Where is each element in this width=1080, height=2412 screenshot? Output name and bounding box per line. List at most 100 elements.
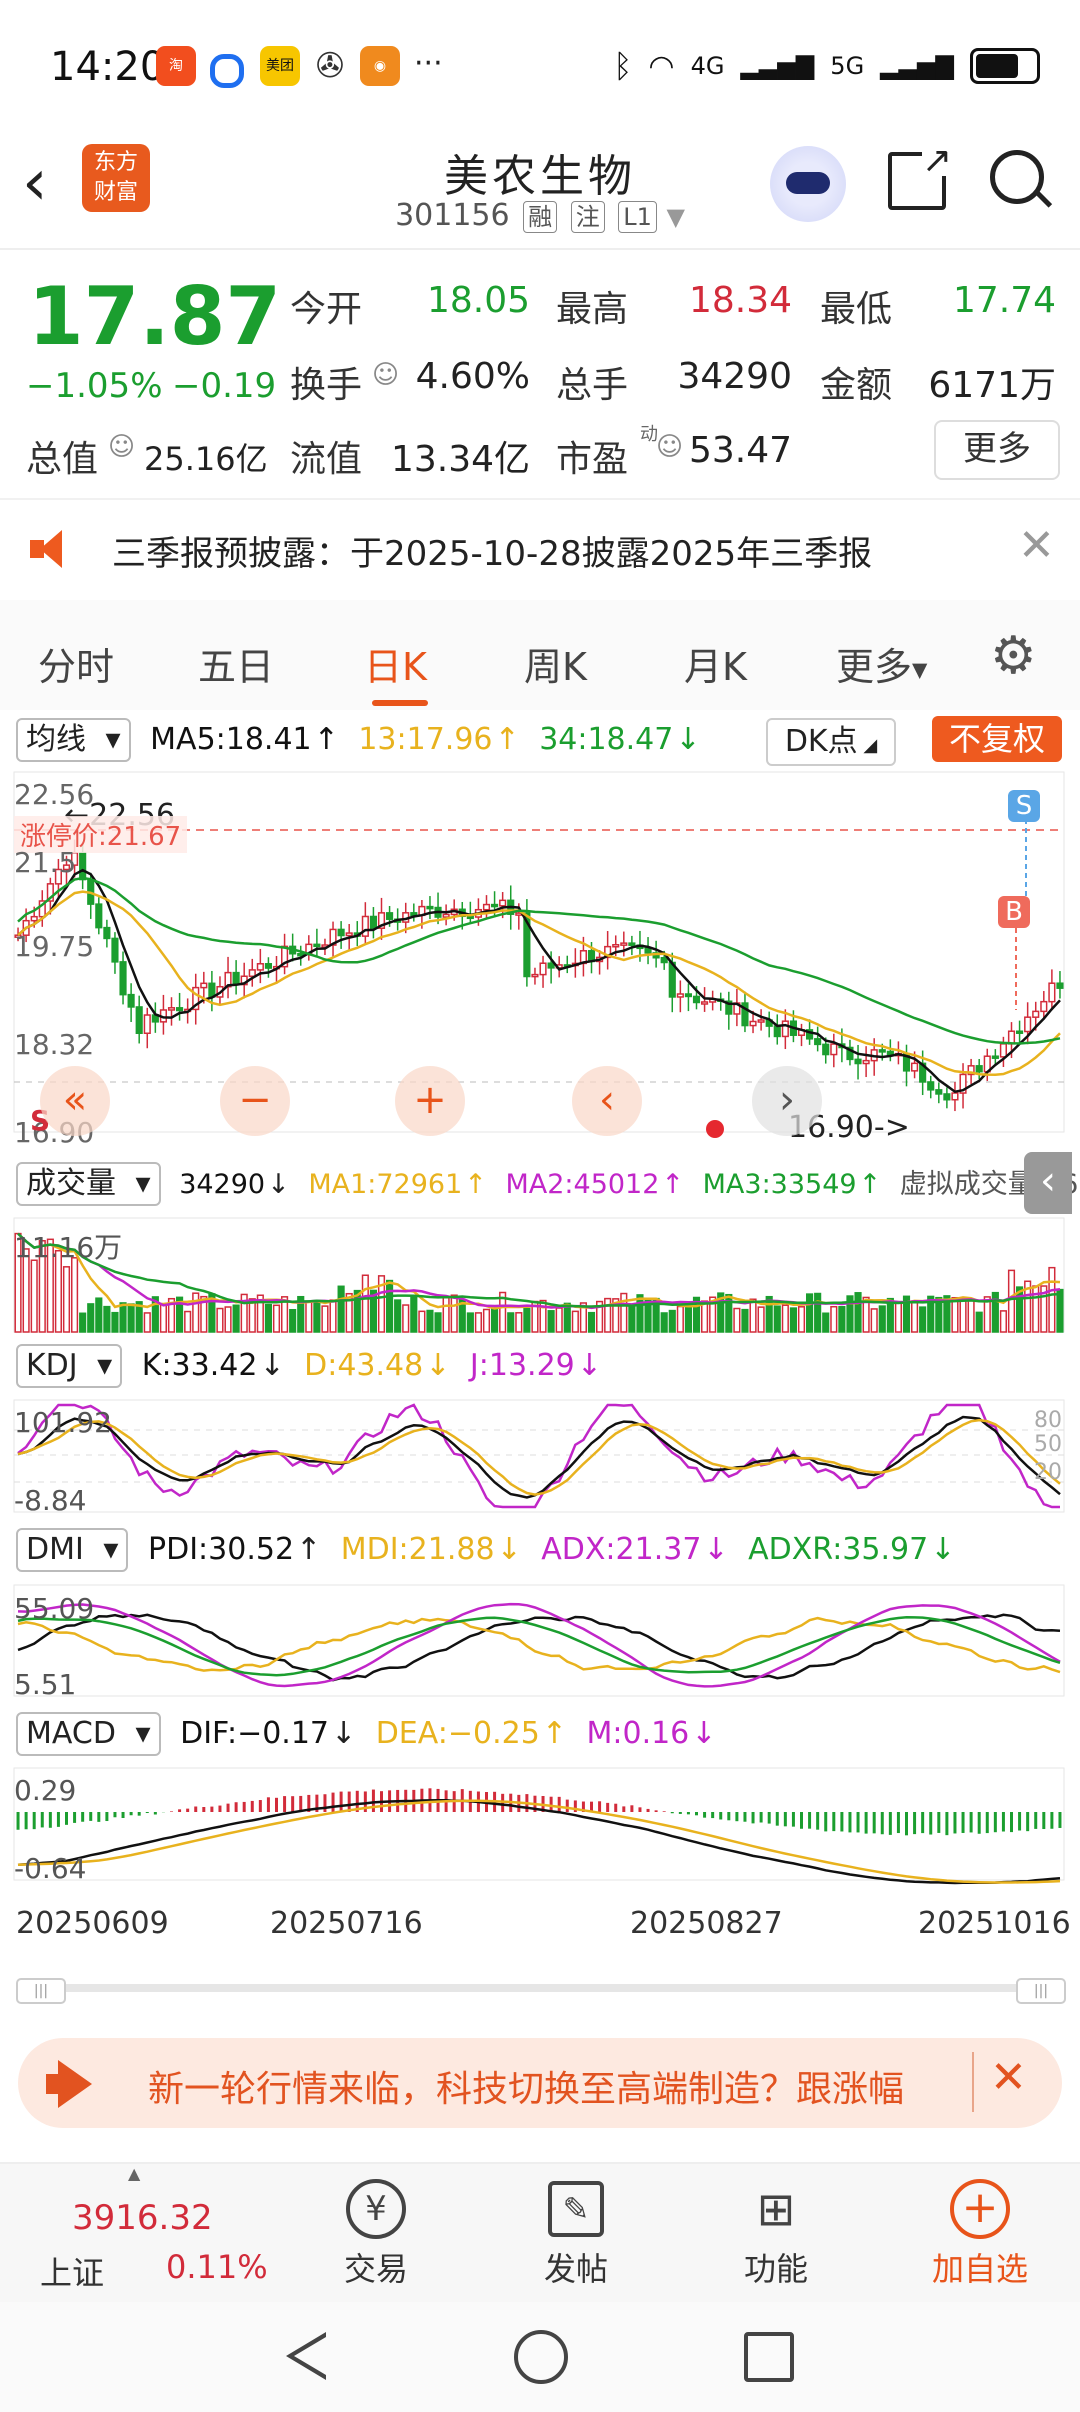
- scroll-right-button[interactable]: ›: [752, 1066, 822, 1136]
- nav-function[interactable]: ⊞ 功能: [696, 2174, 856, 2290]
- zoom-out-button[interactable]: −: [220, 1066, 290, 1136]
- nav-function-label: 功能: [743, 2250, 808, 2288]
- nav-add-watchlist[interactable]: + 加自选: [900, 2174, 1060, 2290]
- candle-body: [975, 1065, 983, 1073]
- y-lower-label: 18.32: [14, 1028, 95, 1061]
- gear-icon[interactable]: ⚙: [990, 626, 1037, 686]
- dk-point-button[interactable]: DK点 ◢: [766, 718, 896, 766]
- volume-bar: [264, 1303, 273, 1333]
- zoom-in-button[interactable]: +: [395, 1066, 465, 1136]
- float-value: 13.34亿: [390, 439, 530, 480]
- signal-icon: ▂▃▅▇: [740, 52, 815, 80]
- close-icon[interactable]: ✕: [990, 2052, 1027, 2103]
- volume-bar: [1007, 1269, 1016, 1333]
- volume-bar: [660, 1312, 668, 1333]
- dmi-selector[interactable]: DMI ▾: [16, 1528, 129, 1572]
- volume-bar: [466, 1312, 474, 1333]
- nav-post[interactable]: ✎ 发帖: [496, 2174, 656, 2290]
- info-icon-2[interactable]: ☺: [108, 432, 135, 462]
- recents-nav-icon[interactable]: [744, 2332, 794, 2382]
- tab-five-day[interactable]: 五日: [198, 636, 274, 691]
- candle-body: [935, 1089, 943, 1095]
- tab-monthly-k[interactable]: 月K: [684, 636, 747, 691]
- index-value[interactable]: 3916.32: [72, 2198, 213, 2238]
- charts-svg[interactable]: [0, 760, 1080, 2050]
- volume-bar: [103, 1305, 111, 1333]
- volume-bar: [272, 1304, 281, 1333]
- index-pct[interactable]: 0.11%: [166, 2248, 268, 2286]
- dmi-chart: [13, 1584, 1065, 1697]
- candle-body: [200, 982, 208, 989]
- ma-selector[interactable]: 均线 ▾: [16, 718, 131, 762]
- volume-bar: [474, 1312, 483, 1333]
- grid-icon: ⊞: [756, 2182, 796, 2236]
- scroll-left-button[interactable]: ‹: [572, 1066, 642, 1136]
- volume-bar: [289, 1308, 297, 1333]
- volume-selector[interactable]: 成交量 ▾: [16, 1162, 161, 1206]
- low-label: 最低: [820, 289, 893, 330]
- volume-bar: [894, 1300, 902, 1333]
- search-icon[interactable]: [990, 150, 1053, 208]
- candle-body: [264, 963, 273, 969]
- meituan-icon: 美团: [260, 46, 300, 86]
- tag-level: L1: [618, 201, 657, 233]
- candle-body: [466, 915, 474, 920]
- volume-bar: [563, 1302, 571, 1333]
- tab-more[interactable]: 更多▼: [836, 636, 927, 691]
- kdj-selector[interactable]: KDJ ▾: [16, 1344, 123, 1388]
- tab-weekly-k[interactable]: 周K: [524, 636, 587, 691]
- candle-body: [499, 899, 507, 907]
- info-icon[interactable]: ☺: [372, 360, 399, 390]
- edit-icon: ✎: [496, 2174, 656, 2244]
- side-panel-toggle[interactable]: ‹: [1024, 1152, 1072, 1214]
- macd-dif: DIF:−0.17: [180, 1716, 330, 1751]
- up-arrow-icon: ↑: [296, 1532, 322, 1567]
- candle-body: [886, 1050, 894, 1056]
- home-nav-icon[interactable]: [514, 2330, 568, 2384]
- index-name[interactable]: 上证: [40, 2248, 104, 2294]
- open-value: 18.05: [426, 280, 530, 321]
- banner-text: 新一轮行情来临，科技切换至高端制造？跟涨幅: [148, 2069, 905, 2110]
- candle-body: [79, 851, 87, 881]
- candle-body: [491, 903, 499, 908]
- corner-icon: ◢: [857, 735, 878, 756]
- volume-bar: [1056, 1288, 1064, 1333]
- nav-trade[interactable]: ¥ 交易: [296, 2174, 456, 2290]
- volume-bar: [967, 1300, 975, 1333]
- scroll-handle-left[interactable]: |||: [16, 1978, 66, 2004]
- tab-daily-k[interactable]: 日K: [364, 636, 427, 691]
- kdj-k: K:33.42: [141, 1348, 258, 1383]
- macd-selector[interactable]: MACD ▾: [16, 1712, 161, 1756]
- tab-intraday[interactable]: 分时: [38, 636, 114, 691]
- volume-bar: [442, 1297, 450, 1333]
- candle-body: [757, 1019, 765, 1023]
- volume-bar: [337, 1285, 345, 1333]
- x-date-4: 20251016: [918, 1906, 1071, 1941]
- scroll-left-fast-button[interactable]: «: [40, 1066, 110, 1136]
- macd-m: M:0.16: [586, 1716, 690, 1751]
- volume-bar: [313, 1300, 321, 1333]
- candle-body: [991, 1055, 999, 1059]
- candle-body: [854, 1058, 862, 1065]
- macd-dif-line: [17, 1798, 1061, 1885]
- signal-icon-2: ▂▃▅▇: [880, 52, 954, 80]
- ai-assistant-icon[interactable]: [770, 146, 846, 222]
- scroll-handle-right[interactable]: |||: [1016, 1978, 1066, 2004]
- dmi-frame: [13, 1584, 1065, 1697]
- more-quote-button[interactable]: 更多: [934, 420, 1060, 480]
- kdj-y-max: 101.92: [14, 1406, 112, 1439]
- share-icon[interactable]: ↗: [888, 143, 952, 210]
- sell-badge[interactable]: S: [1008, 790, 1040, 822]
- notice-bar[interactable]: 三季报预披露：于2025-10-28披露2025年三季报 ✕: [0, 500, 1080, 600]
- chart-scrollbar[interactable]: [16, 1984, 1064, 1992]
- volume-bar: [806, 1293, 814, 1333]
- volume-bar: [701, 1300, 709, 1333]
- candle-body: [127, 993, 135, 1008]
- adjust-button[interactable]: 不复权: [932, 716, 1062, 762]
- candle-body: [119, 961, 127, 996]
- promo-banner[interactable]: 新一轮行情来临，科技切换至高端制造？跟涨幅 ✕: [18, 2038, 1062, 2128]
- close-icon[interactable]: ✕: [1018, 520, 1055, 571]
- volume-bar: [523, 1307, 531, 1333]
- buy-badge[interactable]: B: [998, 896, 1030, 928]
- dmi-row: DMI ▾ PDI:30.52↑ MDI:21.88↓ ADX:21.37↓ A…: [16, 1528, 965, 1576]
